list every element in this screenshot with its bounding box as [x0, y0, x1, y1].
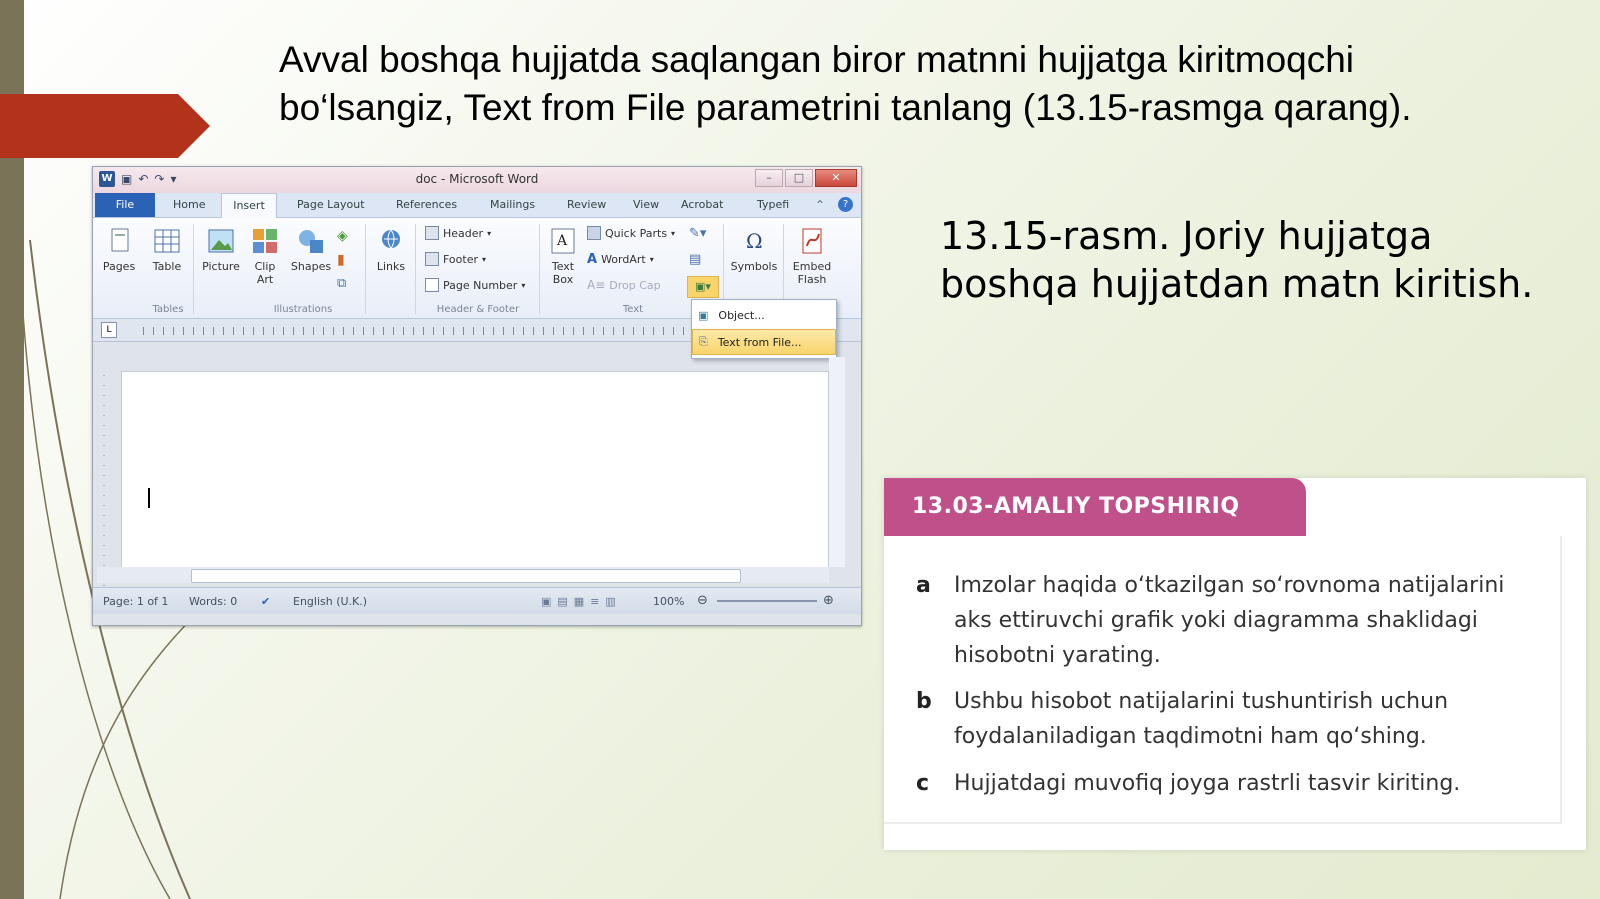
picture-button[interactable]: Picture	[199, 226, 243, 273]
menu-item-object[interactable]: ▣ Object...	[692, 302, 836, 328]
word-count[interactable]: Words: 0	[189, 595, 237, 608]
minimize-button[interactable]: –	[755, 169, 783, 187]
clip-art-button[interactable]: Clip Art	[245, 226, 285, 286]
help-icon[interactable]: ?	[838, 197, 853, 212]
ribbon-tabs: File Home Insert Page Layout References …	[93, 193, 861, 218]
proofing-icon[interactable]: ✔	[261, 595, 270, 608]
task-panel: 13.03-AMALIY TOPSHIRIQ a Imzolar haqida …	[884, 478, 1586, 850]
tab-mailings[interactable]: Mailings	[490, 193, 535, 217]
shapes-button[interactable]: Shapes	[289, 226, 333, 273]
page-count[interactable]: Page: 1 of 1	[103, 595, 168, 608]
table-button[interactable]: Table	[145, 226, 189, 273]
svg-text:Ω: Ω	[746, 229, 763, 253]
text-box-button[interactable]: A Text Box	[545, 226, 581, 286]
menu-item-text-from-file[interactable]: ⎘ Text from File...	[692, 329, 836, 355]
embed-flash-icon	[802, 228, 822, 254]
group-label-header-footer: Header & Footer	[436, 304, 520, 315]
wordart-button[interactable]: A WordArt ▾	[587, 252, 654, 267]
tab-references[interactable]: References	[396, 193, 457, 217]
tab-view[interactable]: View	[633, 193, 659, 217]
tab-home[interactable]: Home	[173, 193, 205, 217]
horizontal-scroll-thumb[interactable]	[191, 569, 741, 583]
page-number-icon	[425, 278, 439, 292]
page-number-button[interactable]: Page Number ▾	[425, 278, 525, 292]
group-label-illustrations: Illustrations	[273, 304, 333, 315]
horizontal-scrollbar[interactable]	[97, 567, 829, 583]
pages-icon	[111, 228, 129, 252]
zoom-in-icon[interactable]: ⊕	[823, 593, 834, 608]
language-indicator[interactable]: English (U.K.)	[293, 595, 367, 608]
symbols-button[interactable]: Ω Symbols	[729, 226, 779, 273]
word-window: W ▣ ↶ ↷ ▾ doc - Microsoft Word – □ ✕ Fil…	[92, 166, 862, 626]
maximize-button[interactable]: □	[785, 169, 813, 187]
date-time-icon[interactable]: ▤	[689, 252, 701, 267]
tab-file[interactable]: File	[95, 193, 155, 217]
tab-page-layout[interactable]: Page Layout	[297, 193, 365, 217]
smartart-icon[interactable]: ◈	[337, 228, 348, 244]
figure-caption: 13.15-rasm. Joriy hujjatga boshqa hujjat…	[940, 214, 1534, 306]
text-cursor	[148, 488, 150, 508]
object-dropdown-button[interactable]: ▣▾	[687, 276, 719, 298]
object-dropdown-menu: ▣ Object... ⎘ Text from File...	[691, 299, 837, 359]
view-buttons-icon[interactable]: ▣▤▦≡▥	[541, 595, 622, 608]
slide-title: Avval boshqa hujjatda saqlangan biror ma…	[279, 39, 1412, 128]
tab-insert[interactable]: Insert	[221, 193, 277, 218]
vertical-scrollbar[interactable]	[829, 357, 845, 567]
task-panel-body: a Imzolar haqida o‘tkazilgan so‘rovnoma …	[884, 536, 1562, 824]
drop-cap-icon: A≡	[587, 278, 606, 292]
minimize-ribbon-icon[interactable]: ⌃	[815, 198, 825, 212]
tab-acrobat[interactable]: Acrobat	[681, 193, 723, 217]
text-from-file-icon: ⎘	[699, 335, 708, 348]
links-button[interactable]: Links	[371, 226, 411, 273]
text-box-icon: A	[551, 228, 575, 254]
window-title: doc - Microsoft Word	[415, 172, 539, 186]
task-panel-header: 13.03-AMALIY TOPSHIRIQ	[884, 478, 1306, 536]
pages-button[interactable]: Pages	[99, 226, 139, 273]
embed-flash-button[interactable]: Embed Flash	[789, 226, 835, 286]
shapes-icon	[299, 230, 323, 253]
object-icon: ▣	[698, 308, 709, 322]
group-label-text: Text	[622, 304, 644, 315]
zoom-level[interactable]: 100%	[653, 595, 684, 608]
chart-icon[interactable]: ▮	[337, 252, 345, 268]
signature-line-icon[interactable]: ✎▾	[689, 226, 706, 241]
footer-icon	[425, 252, 439, 266]
symbols-icon: Ω	[746, 229, 763, 253]
red-arrow-shape	[0, 94, 210, 158]
table-icon	[154, 229, 180, 253]
status-bar: Page: 1 of 1 Words: 0 ✔ English (U.K.) ▣…	[93, 587, 861, 614]
quick-parts-button[interactable]: Quick Parts ▾	[587, 226, 675, 240]
close-button[interactable]: ✕	[815, 169, 857, 187]
picture-icon	[208, 229, 234, 253]
screenshot-icon[interactable]: ⧉	[337, 276, 346, 291]
header-button[interactable]: Header ▾	[425, 226, 491, 240]
drop-cap-button[interactable]: A≡ Drop Cap	[587, 278, 661, 292]
links-icon	[382, 229, 400, 249]
clip-art-icon	[253, 229, 277, 253]
svg-text:A: A	[556, 233, 568, 249]
document-page[interactable]	[121, 371, 829, 569]
wordart-icon: A	[587, 252, 598, 267]
window-controls: – □ ✕	[755, 169, 857, 187]
group-label-tables: Tables	[152, 304, 184, 315]
tab-typefi[interactable]: Typefi	[757, 193, 789, 217]
zoom-slider[interactable]	[717, 600, 817, 602]
footer-button[interactable]: Footer ▾	[425, 252, 486, 266]
header-icon	[425, 226, 439, 240]
zoom-out-icon[interactable]: ⊖	[697, 593, 708, 608]
tab-review[interactable]: Review	[567, 193, 606, 217]
tab-selector-icon[interactable]: L	[101, 322, 117, 338]
quick-parts-icon	[587, 226, 601, 240]
title-bar: W ▣ ↶ ↷ ▾ doc - Microsoft Word – □ ✕	[93, 167, 861, 193]
